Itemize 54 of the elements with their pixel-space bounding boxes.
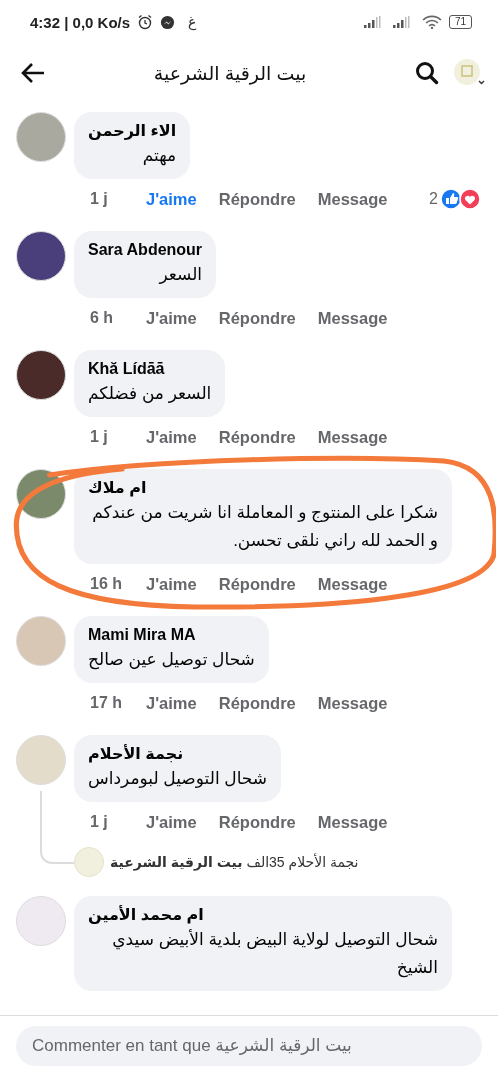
like-button[interactable]: J'aime (146, 693, 197, 713)
comment-text: شكرا على المنتوج و المعاملة انا شريت من عندكم و الحمد لله راني نلقى تحسن. (91, 502, 438, 553)
comment-text: مهتم (141, 145, 177, 168)
search-button[interactable] (414, 60, 440, 86)
comment-input-field[interactable]: Commenter en tant que بيت الرقية الشرعية (16, 1026, 482, 1066)
message-button[interactable]: Message (317, 308, 388, 328)
status-time: 4:32 | 0,0 Ko/s (30, 13, 131, 31)
comment-time: 1 j (90, 813, 109, 831)
message-button[interactable]: Message (317, 693, 388, 713)
like-button[interactable]: J'aime (146, 574, 197, 594)
page-avatar-button[interactable] (452, 58, 486, 88)
avatar[interactable] (16, 350, 66, 400)
reply-button[interactable]: Répondre (218, 308, 296, 328)
message-button[interactable]: Message (317, 189, 388, 209)
comment-time: 1 j (90, 190, 109, 208)
comment-time: 6 h (90, 309, 115, 327)
author-name[interactable]: Mami Mira MA (88, 624, 255, 646)
like-button[interactable]: J'aime (146, 812, 197, 832)
reply-button[interactable]: Répondre (218, 574, 296, 594)
author-name[interactable]: Sara Abdenour (88, 239, 203, 261)
author-name[interactable]: الاء الرحمن (88, 120, 177, 142)
reply-button[interactable]: Répondre (218, 427, 296, 447)
like-button[interactable]: J'aime (146, 427, 197, 447)
author-name[interactable]: نجمة الأحلام (88, 743, 268, 765)
avatar[interactable] (16, 231, 66, 281)
message-button[interactable]: Message (317, 812, 388, 832)
reaction-icons (440, 188, 482, 210)
like-button[interactable]: J'aime (146, 308, 197, 328)
reply-button[interactable]: Répondre (218, 189, 296, 209)
messenger-icon (160, 14, 176, 30)
comment-time: 17 h (90, 694, 123, 712)
reply-summary[interactable]: نجمة الأحلام 35الف بيت الرقية الشرعية (110, 854, 359, 870)
reaction-count: 2 (429, 190, 438, 208)
comment-text: شحال توصيل عين صالح (88, 649, 255, 672)
battery-icon: 71 (448, 15, 472, 29)
like-button[interactable]: J'aime (146, 189, 197, 209)
comment-text: السعر من فضلكم (88, 383, 212, 405)
back-button[interactable] (20, 62, 46, 84)
alarm-icon (137, 14, 154, 30)
author-name[interactable]: ام محمد الأمين (88, 904, 438, 926)
comment-text: السعر (157, 264, 203, 286)
comment-text: شحال التوصيل لبومرداس (88, 768, 268, 790)
comment-time: 16 h (90, 575, 123, 593)
comment-text: شحال التوصيل لولاية البيض بلدية الأبيض سيدي الشيخ (111, 928, 438, 980)
author-name[interactable]: ام ملاك (88, 477, 438, 499)
comment-time: 1 j (90, 428, 109, 446)
message-button[interactable]: Message (317, 574, 388, 594)
message-button[interactable]: Message (317, 427, 388, 447)
wifi-icon (421, 15, 442, 29)
notification-letter: غ (188, 14, 197, 30)
author-name[interactable]: Khă Lídāā (88, 358, 212, 380)
reply-button[interactable]: Répondre (218, 812, 296, 832)
page-title: بيت الرقية الشرعية (152, 61, 308, 85)
reply-button[interactable]: Répondre (218, 693, 296, 713)
